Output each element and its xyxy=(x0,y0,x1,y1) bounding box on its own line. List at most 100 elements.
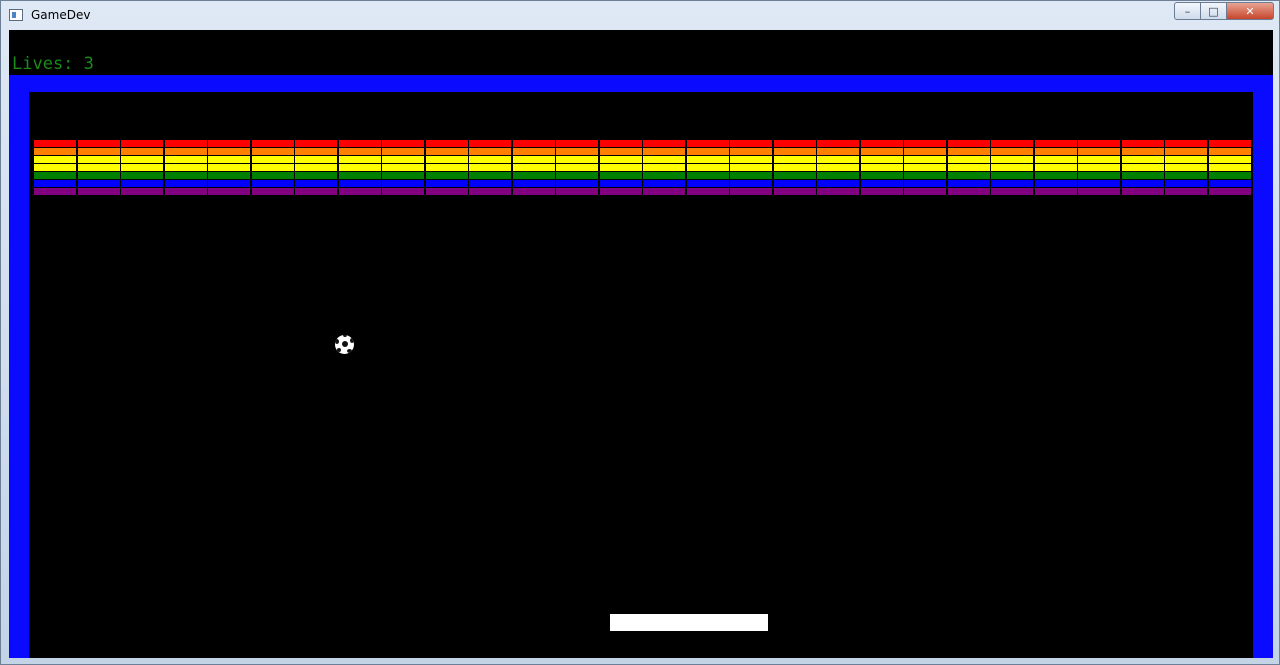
brick xyxy=(904,188,946,195)
brick xyxy=(730,156,772,163)
brick xyxy=(947,156,990,163)
paddle[interactable] xyxy=(610,614,768,631)
minimize-button[interactable]: – xyxy=(1174,2,1201,20)
brick xyxy=(599,140,642,147)
brick xyxy=(34,180,76,187)
brick xyxy=(947,148,990,155)
brick xyxy=(34,156,76,163)
brick xyxy=(77,156,120,163)
brick xyxy=(121,140,163,147)
brick xyxy=(34,148,76,155)
brick xyxy=(643,156,685,163)
maximize-button[interactable]: □ xyxy=(1201,2,1227,20)
window-app-icon[interactable] xyxy=(9,9,23,21)
brick xyxy=(643,188,685,195)
brick xyxy=(295,180,337,187)
brick xyxy=(1034,188,1077,195)
brick xyxy=(817,172,859,179)
brick xyxy=(208,172,250,179)
brick xyxy=(730,180,772,187)
brick xyxy=(208,164,250,171)
brick xyxy=(382,188,424,195)
brick xyxy=(295,140,337,147)
brick xyxy=(338,140,381,147)
lives-value: 3 xyxy=(83,54,94,74)
brick xyxy=(512,140,555,147)
brick xyxy=(991,164,1033,171)
brick xyxy=(1078,172,1120,179)
lives-label: Lives: xyxy=(12,54,74,74)
brick xyxy=(556,140,598,147)
brick xyxy=(1121,180,1164,187)
brick xyxy=(1121,148,1164,155)
brick xyxy=(425,180,468,187)
brick xyxy=(686,140,729,147)
brick xyxy=(991,140,1033,147)
game-canvas[interactable]: Lives: 3 xyxy=(9,30,1273,658)
brick xyxy=(469,188,511,195)
close-button[interactable]: ✕ xyxy=(1227,2,1274,20)
brick xyxy=(556,156,598,163)
brick xyxy=(1165,180,1207,187)
brick xyxy=(425,172,468,179)
brick xyxy=(817,180,859,187)
brick xyxy=(1034,172,1077,179)
brick xyxy=(251,164,294,171)
brick xyxy=(34,188,76,195)
brick xyxy=(904,148,946,155)
brick xyxy=(686,148,729,155)
brick xyxy=(860,180,903,187)
brick xyxy=(1208,164,1251,171)
brick xyxy=(121,172,163,179)
brick xyxy=(512,156,555,163)
brick xyxy=(686,188,729,195)
brick xyxy=(425,140,468,147)
brick xyxy=(1208,156,1251,163)
brick xyxy=(425,156,468,163)
brick xyxy=(251,148,294,155)
brick xyxy=(860,156,903,163)
brick xyxy=(512,172,555,179)
brick xyxy=(208,140,250,147)
window-title: GameDev xyxy=(31,8,91,22)
brick xyxy=(1034,148,1077,155)
brick xyxy=(860,140,903,147)
brick xyxy=(1078,164,1120,171)
brick xyxy=(773,188,816,195)
brick xyxy=(1034,164,1077,171)
brick xyxy=(121,156,163,163)
brick xyxy=(1078,148,1120,155)
brick xyxy=(686,180,729,187)
brick xyxy=(947,140,990,147)
brick xyxy=(947,172,990,179)
brick xyxy=(556,148,598,155)
brick xyxy=(860,172,903,179)
brick xyxy=(730,188,772,195)
brick xyxy=(643,180,685,187)
brick xyxy=(817,188,859,195)
brick xyxy=(164,180,207,187)
brick xyxy=(686,156,729,163)
brick xyxy=(1078,180,1120,187)
window-controls: – □ ✕ xyxy=(1174,2,1274,22)
brick xyxy=(77,148,120,155)
brick xyxy=(556,164,598,171)
brick xyxy=(1208,140,1251,147)
brick xyxy=(34,172,76,179)
brick xyxy=(164,188,207,195)
brick xyxy=(469,148,511,155)
game-window: GameDev – □ ✕ Lives: 3 xyxy=(0,0,1280,665)
brick xyxy=(338,148,381,155)
brick xyxy=(295,164,337,171)
brick xyxy=(121,188,163,195)
brick xyxy=(599,188,642,195)
brick xyxy=(817,156,859,163)
brick xyxy=(1121,164,1164,171)
brick xyxy=(121,164,163,171)
title-bar[interactable]: GameDev – □ ✕ xyxy=(1,1,1279,30)
brick xyxy=(77,164,120,171)
brick xyxy=(338,156,381,163)
brick xyxy=(947,180,990,187)
brick xyxy=(643,140,685,147)
brick xyxy=(121,180,163,187)
